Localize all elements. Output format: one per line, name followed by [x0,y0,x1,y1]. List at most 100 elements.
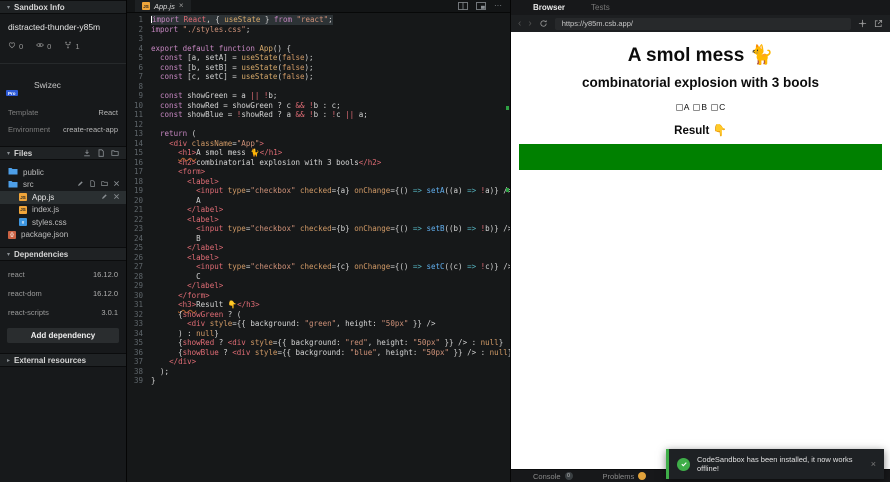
close-toast-icon[interactable]: × [871,459,876,469]
dependency-react-dom[interactable]: react-dom 16.12.0 [0,284,126,303]
code-text: {showGreen ? ( [151,309,242,319]
line-number: 33 [133,319,143,328]
dependency-name: react-dom [8,289,42,298]
code-line: 19 <input type="checkbox" checked={a} on… [127,186,510,196]
editor-tabbar: JS App.js × ··· [127,0,510,13]
delete-icon[interactable] [113,180,120,189]
dependency-react-scripts[interactable]: react-scripts 3.0.1 [0,303,126,322]
author-row[interactable]: Pro Swizec [0,64,126,102]
css-file-icon: # [19,218,27,227]
external-resources-header[interactable]: ▸ External resources [0,353,126,367]
line-number: 28 [133,271,143,281]
edit-icon[interactable] [77,180,84,189]
file-row-src[interactable]: src [0,179,126,192]
code-lines: 1 import React, { useState } from "react"… [127,15,510,386]
edit-icon[interactable] [101,193,108,202]
line-number: 23 [133,224,143,233]
code-text: const [b, setB] = useState(false); [160,62,314,72]
stat-value: 0 [47,41,52,51]
checkbox-label-A[interactable]: A [675,102,689,112]
sandbox-info-header[interactable]: ▾ Sandbox Info [0,0,126,14]
code-editor[interactable]: 1 import React, { useState } from "react"… [127,13,510,482]
dependencies-header[interactable]: ▾ Dependencies [0,247,126,261]
statusbar-label: Problems [602,471,635,481]
code-text: } [151,376,156,385]
tab-appjs[interactable]: JS App.js × [135,0,191,12]
code-line: 27 <input type="checkbox" checked={c} on… [127,262,510,272]
stat-views[interactable]: 0 [36,41,51,51]
back-icon[interactable]: ‹ [518,18,521,29]
download-icon[interactable] [83,149,91,157]
dependency-react[interactable]: react 16.12.0 [0,265,126,284]
open-in-new-window-icon[interactable] [874,19,883,28]
stat-likes[interactable]: 0 [8,41,23,51]
code-line: 33 <div style={{ background: "green", he… [127,319,510,329]
file-row-index.js[interactable]: JS index.js [0,204,126,217]
code-text: export default function App() { [151,43,291,53]
dependencies-list: react 16.12.0 react-dom 16.12.0 react-script… [0,261,126,322]
responsive-mode-icon[interactable] [858,19,867,28]
statusbar-label: Console [533,471,561,481]
line-number: 17 [133,167,143,176]
checkbox-B[interactable] [693,104,701,111]
editor-toolbar: ··· [458,0,510,12]
code-line: 36 {showBlue ? <div style={{ background:… [127,348,510,358]
eye-icon [36,41,44,51]
js-file-icon: JS [19,205,27,214]
folder-icon [8,180,18,190]
open-preview-icon[interactable] [476,2,486,10]
file-name: public [23,167,44,177]
browser-tab-tests[interactable]: Tests [591,3,610,12]
checkbox-A[interactable] [675,104,683,111]
dependency-version: 3.0.1 [101,308,118,317]
new-file-icon[interactable] [89,180,96,189]
file-row-styles.css[interactable]: # styles.css [0,216,126,229]
file-row-App.js[interactable]: JS App.js [0,191,126,204]
file-name: styles.css [32,217,67,227]
new-folder-icon[interactable] [111,149,119,157]
notification-toast: CodeSandbox has been installed, it now w… [666,449,884,479]
add-dependency-button[interactable]: Add dependency [7,328,119,343]
checkbox-C[interactable] [711,104,719,111]
file-row-package.json[interactable]: {} package.json [0,229,126,242]
meta-label: Environment [8,125,51,134]
code-text: <h1>A smol mess 🐈</h1> [178,148,283,157]
browser-tab-browser[interactable]: Browser [533,3,565,12]
preview-result-label: Result 👇 [674,125,727,137]
split-view-icon[interactable] [458,2,468,10]
fork-icon [64,41,72,51]
statusbar-item-problems[interactable]: Problems [603,472,647,481]
sandbox-info-title: Sandbox Info [14,2,65,12]
code-line: 7 const [c, setC] = useState(false); [127,72,510,82]
checkbox-label-C[interactable]: C [711,102,725,112]
toast-message: CodeSandbox has been installed, it now w… [697,455,853,473]
new-folder-icon[interactable] [101,180,108,189]
sandbox-stats: 0 0 1 [0,35,126,59]
code-line: 26 <label> [127,253,510,263]
forward-icon[interactable]: › [528,18,531,29]
sandbox-meta: Template React Environment create-react-app [0,102,126,146]
more-options-icon[interactable]: ··· [494,2,502,10]
stat-forks[interactable]: 1 [64,41,80,51]
code-text: </form> [178,290,210,300]
checkbox-label-B[interactable]: B [693,102,707,112]
file-row-public[interactable]: public [0,166,126,179]
statusbar-item-console[interactable]: Console 0 [533,472,573,481]
line-number: 11 [133,110,143,119]
heart-icon [8,41,16,51]
file-name: index.js [32,205,60,215]
code-line: 21 </label> [127,205,510,215]
files-header[interactable]: ▾ Files [0,146,126,160]
delete-icon[interactable] [113,193,120,202]
line-number: 31 [133,300,143,309]
line-number: 21 [133,205,143,214]
code-text: <h3>Result 👇</h3> [178,300,260,309]
json-file-icon: {} [8,230,16,239]
line-number: 14 [133,138,143,148]
line-number: 29 [133,281,143,290]
close-tab-icon[interactable]: × [179,2,184,10]
refresh-icon[interactable] [539,19,548,28]
line-number: 22 [133,214,143,224]
url-bar[interactable]: https://y85m.csb.app/ [554,17,851,30]
new-file-icon[interactable] [97,149,105,157]
